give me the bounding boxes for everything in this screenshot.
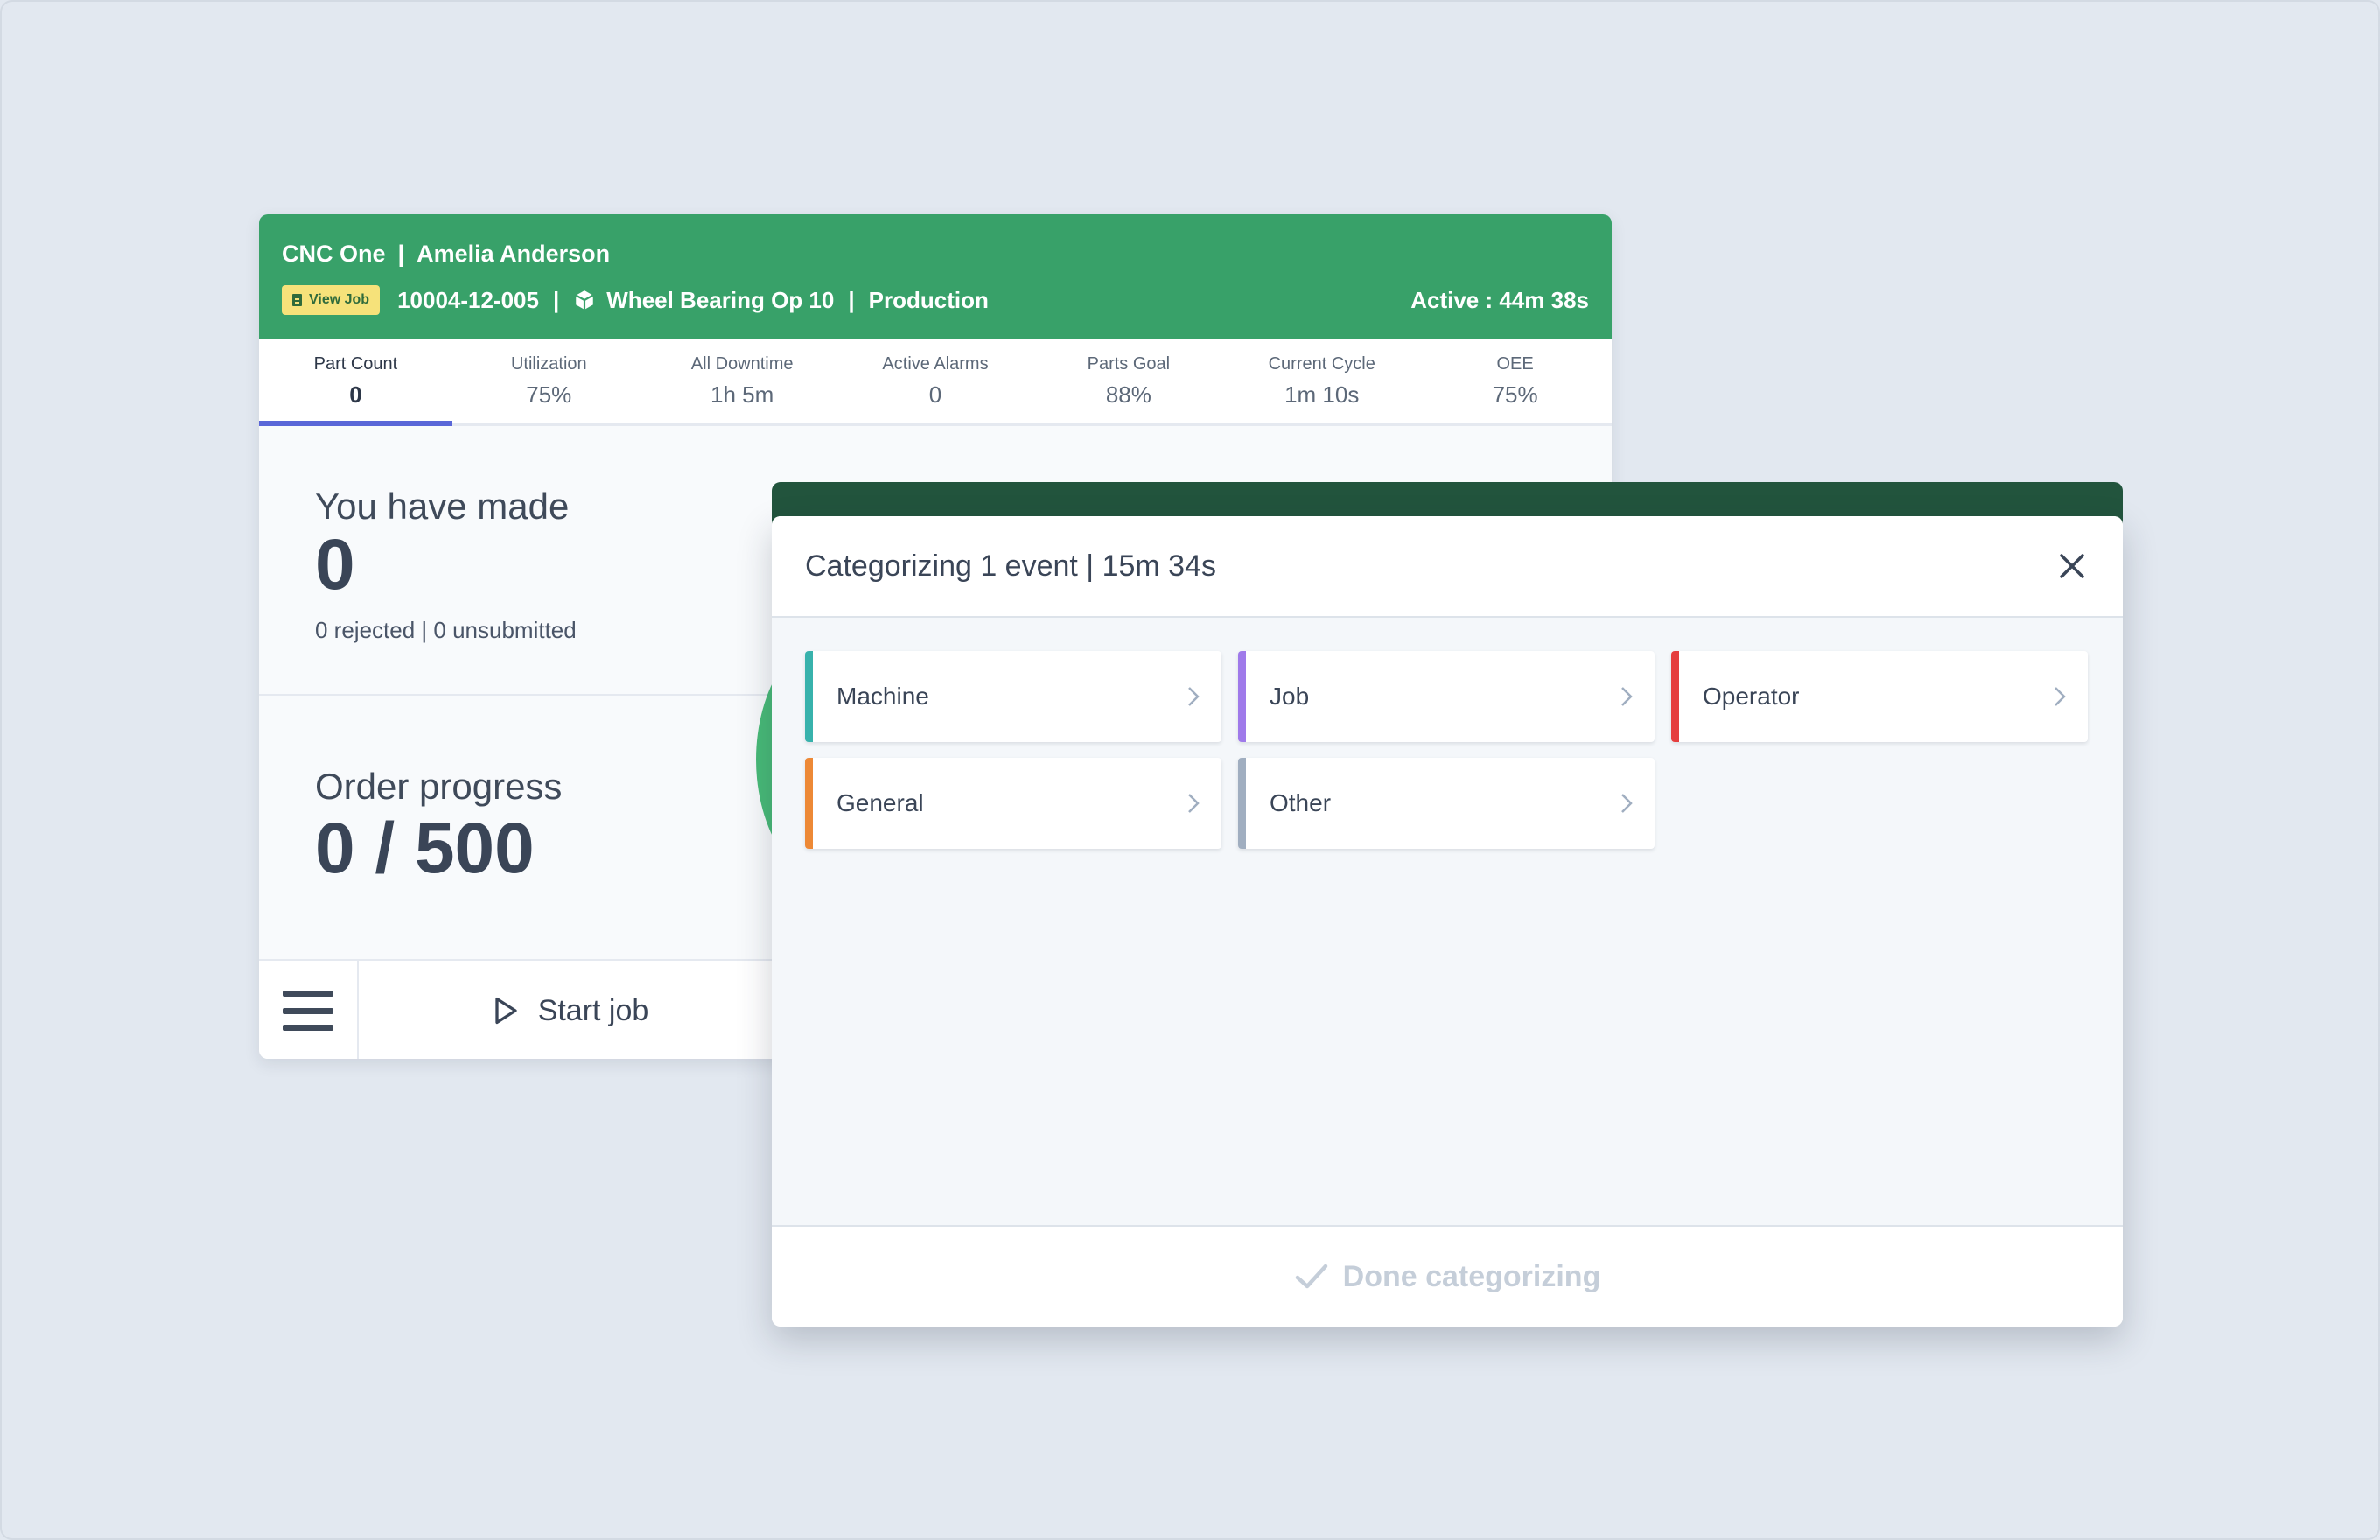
order-progress-value: 0 / 500 <box>315 808 535 888</box>
tab-part-count[interactable]: Part Count 0 <box>259 339 452 426</box>
stat-label: Active Alarms <box>882 354 989 374</box>
checkmark-icon <box>1295 1264 1327 1289</box>
production-mode: Production <box>868 286 989 313</box>
chevron-right-icon <box>1188 794 1200 813</box>
stat-value: 75% <box>1492 382 1538 408</box>
close-icon <box>2060 554 2084 578</box>
stat-value: 1h 5m <box>710 382 774 408</box>
operator-name: Amelia Anderson <box>416 241 611 267</box>
job-number: 10004-12-005 <box>397 286 539 313</box>
view-job-button[interactable]: View Job <box>282 285 381 315</box>
machine-header: CNC One | Amelia Anderson View Job 10004… <box>259 214 1612 339</box>
stat-label: Utilization <box>510 354 587 374</box>
category-label: General <box>836 789 924 816</box>
category-machine[interactable]: Machine <box>805 651 1222 742</box>
stat-value: 0 <box>349 382 362 408</box>
category-color-bar <box>805 651 813 742</box>
chevron-right-icon <box>1188 687 1200 706</box>
category-color-bar <box>805 758 813 849</box>
modal-header: Categorizing 1 event | 15m 34s <box>772 516 2123 618</box>
category-color-bar <box>1238 758 1246 849</box>
stat-value: 75% <box>526 382 572 408</box>
tab-parts-goal[interactable]: Parts Goal 88% <box>1032 339 1225 423</box>
category-label: Other <box>1270 789 1332 816</box>
close-button[interactable] <box>2054 549 2090 584</box>
tab-oee[interactable]: OEE 75% <box>1418 339 1612 423</box>
stat-label: Current Cycle <box>1268 354 1376 374</box>
category-color-bar <box>1238 651 1246 742</box>
category-color-bar <box>1671 651 1679 742</box>
job-info-row: View Job 10004-12-005 | Wheel Bearing Op… <box>282 283 1589 318</box>
done-categorizing-button[interactable]: Done categorizing <box>772 1225 2123 1326</box>
tab-utilization[interactable]: Utilization 75% <box>452 339 646 423</box>
chevron-right-icon <box>2054 687 2066 706</box>
category-job[interactable]: Job <box>1238 651 1655 742</box>
parts-made-count: 0 <box>315 525 355 605</box>
stat-value: 0 <box>928 382 942 408</box>
category-label: Operator <box>1703 682 1800 710</box>
category-label: Job <box>1270 682 1310 710</box>
part-name: Wheel Bearing Op 10 <box>606 286 835 313</box>
done-categorizing-label: Done categorizing <box>1342 1259 1601 1293</box>
start-job-button[interactable]: Start job <box>359 961 779 1059</box>
stat-value: 88% <box>1105 382 1152 408</box>
stat-label: OEE <box>1496 354 1534 374</box>
job-separator: | <box>552 286 560 313</box>
stat-label: All Downtime <box>690 354 794 374</box>
stats-tabs: Part Count 0 Utilization 75% All Downtim… <box>259 339 1612 426</box>
modal-title: Categorizing 1 event | 15m 34s <box>805 549 1216 583</box>
chevron-right-icon <box>1621 794 1633 813</box>
category-general[interactable]: General <box>805 758 1222 849</box>
part-separator: | <box>848 286 855 313</box>
stat-value: 1m 10s <box>1284 382 1360 408</box>
stat-label: Parts Goal <box>1087 354 1171 374</box>
category-other[interactable]: Other <box>1238 758 1655 849</box>
parts-made-summary: 0 rejected | 0 unsubmitted <box>315 617 577 643</box>
parts-made-section: You have made 0 0 rejected | 0 unsubmitt… <box>315 486 577 644</box>
tab-active-alarms[interactable]: Active Alarms 0 <box>839 339 1032 423</box>
chevron-right-icon <box>1621 687 1633 706</box>
order-progress-title: Order progress <box>315 766 563 807</box>
category-operator[interactable]: Operator <box>1671 651 2088 742</box>
machine-title: CNC One | Amelia Anderson <box>282 241 610 268</box>
hamburger-icon <box>283 990 333 1031</box>
categorize-modal: Categorizing 1 event | 15m 34s Machine J… <box>772 516 2123 1326</box>
play-icon <box>495 997 517 1025</box>
stat-label: Part Count <box>313 354 398 374</box>
cube-icon <box>575 290 594 310</box>
tab-current-cycle[interactable]: Current Cycle 1m 10s <box>1225 339 1418 423</box>
order-progress-section: Order progress 0 / 500 <box>315 766 562 885</box>
document-icon <box>292 294 302 306</box>
parts-made-title: You have made <box>315 486 570 527</box>
start-job-label: Start job <box>537 993 649 1027</box>
menu-button[interactable] <box>259 961 359 1059</box>
category-label: Machine <box>836 682 929 710</box>
machine-name: CNC One <box>282 241 386 267</box>
title-separator: | <box>397 241 405 267</box>
active-time: Active : 44m 38s <box>1410 286 1589 313</box>
tab-all-downtime[interactable]: All Downtime 1h 5m <box>646 339 839 423</box>
view-job-label: View Job <box>309 292 370 307</box>
